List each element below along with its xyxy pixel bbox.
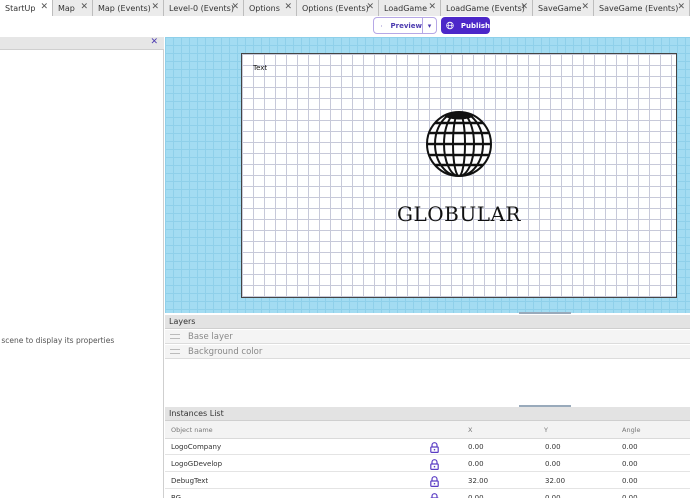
column-header-y[interactable]: Y: [544, 422, 548, 439]
editor-window: StartUp ✕ Map ✕ Map (Events) ✕ Level-0 (Eve…: [0, 0, 690, 498]
table-row[interactable]: LogoCompany 0.00 0.00 0.00: [165, 439, 690, 455]
drag-handle-icon[interactable]: [170, 334, 180, 339]
y-cell: 0.00: [545, 460, 561, 468]
y-cell: 0.00: [545, 494, 561, 498]
lock-icon[interactable]: [430, 442, 439, 453]
tab-label: SaveGame: [538, 3, 582, 13]
angle-cell: 0.00: [622, 477, 638, 485]
close-icon[interactable]: ✕: [40, 2, 48, 13]
x-cell: 32.00: [468, 477, 489, 485]
lock-icon[interactable]: [430, 476, 439, 487]
tab-label: LoadGame: [384, 3, 428, 13]
layer-label: Base layer: [188, 331, 233, 342]
table-row[interactable]: BG 0.00 0.00 0.00: [165, 490, 690, 498]
tab-label: Level-0 (Events): [169, 3, 234, 13]
tab-label: Options: [249, 3, 280, 13]
debug-text-instance[interactable]: Text: [253, 64, 267, 72]
properties-panel-header: ✕: [0, 37, 164, 50]
close-icon[interactable]: ✕: [150, 37, 158, 47]
drag-handle-icon[interactable]: [170, 349, 180, 354]
preview-label: Preview: [390, 21, 422, 30]
layer-item-background-color[interactable]: Background color: [165, 345, 690, 359]
scene-editor[interactable]: Text GLOBULAR: [165, 37, 690, 313]
tab-savegame[interactable]: SaveGame ✕: [533, 0, 594, 16]
x-cell: 0.00: [468, 460, 484, 468]
angle-cell: 0.00: [622, 443, 638, 451]
tab-loadgame[interactable]: LoadGame ✕: [379, 0, 441, 16]
globe-icon: [446, 21, 454, 30]
tab-label: SaveGame (Events): [599, 3, 679, 13]
globe-logo[interactable]: [426, 111, 492, 177]
logo-text[interactable]: GLOBULAR: [242, 202, 676, 226]
column-header-angle[interactable]: Angle: [622, 422, 641, 439]
game-canvas[interactable]: Text GLOBULAR: [241, 53, 677, 298]
tab-options-events[interactable]: Options (Events) ✕: [297, 0, 379, 16]
object-name-cell: BG: [171, 494, 182, 498]
tab-label: Options (Events): [302, 3, 369, 13]
x-cell: 0.00: [468, 494, 484, 498]
layer-item-base[interactable]: Base layer: [165, 330, 690, 344]
close-icon[interactable]: ✕: [151, 2, 159, 13]
tab-level-0-events[interactable]: Level-0 (Events) ✕: [164, 0, 244, 16]
column-header-x[interactable]: X: [468, 422, 472, 439]
angle-cell: 0.00: [622, 460, 638, 468]
tab-label: StartUp: [5, 3, 36, 13]
table-row[interactable]: DebugText 32.00 32.00 0.00: [165, 473, 690, 489]
chevron-down-icon[interactable]: ▾: [423, 22, 436, 30]
scene-resize-handle[interactable]: [519, 312, 571, 314]
tab-savegame-events[interactable]: SaveGame (Events) ✕: [594, 0, 690, 16]
tab-loadgame-events[interactable]: LoadGame (Events) ✕: [441, 0, 533, 16]
layers-panel: [165, 359, 690, 406]
object-name-cell: DebugText: [171, 477, 209, 485]
tab-startup[interactable]: StartUp ✕: [0, 0, 53, 16]
properties-hint: istance in the scene to display its prop…: [0, 336, 115, 345]
close-icon[interactable]: ✕: [231, 2, 239, 13]
lock-icon[interactable]: [430, 493, 439, 498]
publish-button[interactable]: Publish: [441, 17, 490, 34]
tab-map[interactable]: Map ✕: [53, 0, 93, 16]
tab-map-events[interactable]: Map (Events) ✕: [93, 0, 164, 16]
close-icon[interactable]: ✕: [366, 2, 374, 13]
play-icon: [381, 24, 383, 27]
y-cell: 32.00: [545, 477, 566, 485]
preview-button[interactable]: Preview ▾: [373, 17, 437, 34]
table-row[interactable]: LogoGDevelop 0.00 0.00 0.00: [165, 456, 690, 472]
column-header-object-name[interactable]: Object name: [171, 422, 213, 439]
close-icon[interactable]: ✕: [284, 2, 292, 13]
object-name-cell: LogoGDevelop: [171, 460, 223, 468]
publish-label: Publish: [460, 21, 490, 30]
lock-icon[interactable]: [430, 459, 439, 470]
tab-label: Map: [58, 3, 75, 13]
close-icon[interactable]: ✕: [581, 2, 589, 13]
close-icon[interactable]: ✕: [677, 2, 685, 13]
tab-label: Map (Events): [98, 3, 151, 13]
close-icon[interactable]: ✕: [80, 2, 88, 13]
x-cell: 0.00: [468, 443, 484, 451]
tab-options[interactable]: Options ✕: [244, 0, 297, 16]
preview-main-button[interactable]: Preview: [374, 18, 423, 33]
object-name-cell: LogoCompany: [171, 443, 222, 451]
instances-panel-title: Instances List: [165, 407, 690, 421]
properties-panel: istance in the scene to display its prop…: [0, 50, 164, 498]
layer-label: Background color: [188, 346, 263, 357]
angle-cell: 0.00: [622, 494, 638, 498]
instances-table-header: [165, 421, 690, 439]
layers-panel-title: Layers: [165, 315, 690, 329]
y-cell: 0.00: [545, 443, 561, 451]
close-icon[interactable]: ✕: [428, 2, 436, 13]
tab-label: LoadGame (Events): [446, 3, 525, 13]
tab-bar: StartUp ✕ Map ✕ Map (Events) ✕ Level-0 (Eve…: [0, 0, 690, 16]
close-icon[interactable]: ✕: [520, 2, 528, 13]
